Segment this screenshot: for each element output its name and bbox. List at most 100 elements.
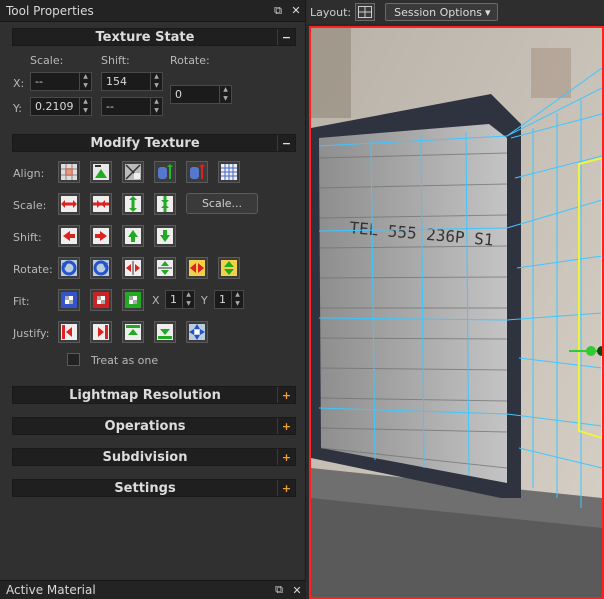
session-options-label: Session Options [394,5,483,19]
justify-bottom-button[interactable] [154,321,176,343]
flip-vertical-icon [157,260,173,276]
fit-y-stepper[interactable]: ▲ ▼ [231,291,243,308]
align-cylinder-v-icon [190,164,205,179]
layout-grid-icon [358,6,373,18]
shift-y-field[interactable]: -- ▲ ▼ [101,97,163,116]
settings-expand-button[interactable]: + [277,480,295,496]
justify-left-icon [61,324,77,340]
mirror-vertical-button[interactable] [218,257,240,279]
fit-x-label: X [152,294,160,307]
justify-right-icon [93,324,109,340]
layout-button[interactable] [355,3,376,21]
shift-up-button[interactable] [122,225,144,247]
align-cylinder-v-button[interactable] [186,161,208,183]
mirror-horizontal-button[interactable] [186,257,208,279]
fit-width-button[interactable] [90,289,112,311]
flip-horizontal-icon [125,260,141,276]
scale-horizontal-up-icon [61,196,77,212]
scale-vertical-up-button[interactable] [122,193,144,215]
align-face-button[interactable] [90,161,112,183]
rotate-column-label: Rotate: [170,54,210,67]
fit-both-button[interactable] [58,289,80,311]
modify-texture-header[interactable]: Modify Texture − [12,134,296,152]
operations-title: Operations [104,418,186,434]
shift-right-button[interactable] [90,225,112,247]
align-cylinder-u-button[interactable] [154,161,176,183]
close-icon[interactable]: ✕ [288,584,306,597]
rotate-label: Rotate: [13,263,53,276]
scale-y-field[interactable]: 0.2109 ▲ ▼ [30,97,92,116]
shift-column-label: Shift: [101,54,130,67]
rotate-field[interactable]: 0 ▲ ▼ [170,85,232,104]
justify-top-icon [125,324,141,340]
rotate-stepper[interactable]: ▲ ▼ [219,86,231,103]
fit-label: Fit: [13,295,30,308]
lightmap-resolution-title: Lightmap Resolution [69,387,221,403]
scale-x-stepper[interactable]: ▲ ▼ [79,73,91,90]
scale-horizontal-down-button[interactable] [90,193,112,215]
session-options-dropdown[interactable]: Session Options ▾ [385,3,498,21]
scale-horizontal-down-icon [93,196,109,212]
shift-x-stepper[interactable]: ▲ ▼ [150,73,162,90]
fit-both-icon [61,292,77,308]
subdivision-expand-button[interactable]: + [277,449,295,465]
treat-as-one-checkbox[interactable] [67,353,80,366]
scale-label: Scale: [13,199,47,212]
flip-horizontal-button[interactable] [122,257,144,279]
viewport-toolbar: Layout: Session Options ▾ [307,0,604,24]
scale-vertical-up-icon [125,196,141,212]
fit-x-stepper[interactable]: ▲ ▼ [182,291,194,308]
justify-bottom-icon [157,324,173,340]
fit-y-field[interactable]: 1 ▲ ▼ [214,290,244,309]
3d-viewport[interactable]: TEL 555 236P S1 [309,26,604,599]
shift-x-field[interactable]: 154 ▲ ▼ [101,72,163,91]
justify-left-button[interactable] [58,321,80,343]
operations-header[interactable]: Operations + [12,417,296,435]
align-world-button[interactable] [58,161,80,183]
mirror-vertical-icon [221,260,237,276]
rotate-ccw-button[interactable] [58,257,80,279]
scale-vertical-down-icon [157,196,173,212]
x-row-label: X: [13,77,25,90]
shift-up-icon [125,228,141,244]
scale-horizontal-up-button[interactable] [58,193,80,215]
lightmap-resolution-header[interactable]: Lightmap Resolution + [12,386,296,404]
shift-y-stepper[interactable]: ▲ ▼ [150,98,162,115]
shift-down-icon [157,228,173,244]
align-grid-icon [221,164,237,180]
texture-state-title: Texture State [95,29,195,45]
justify-right-button[interactable] [90,321,112,343]
rotate-ccw-icon [61,260,77,276]
flip-vertical-button[interactable] [154,257,176,279]
align-view-button[interactable] [122,161,144,183]
tool-properties-title: Tool Properties [6,3,94,18]
operations-expand-button[interactable]: + [277,418,295,434]
scale-vertical-down-button[interactable] [154,193,176,215]
justify-top-button[interactable] [122,321,144,343]
fit-x-field[interactable]: 1 ▲ ▼ [165,290,195,309]
scale-dialog-button[interactable]: Scale... [186,193,258,214]
restore-icon[interactable]: ⧉ [270,583,288,597]
texture-state-collapse-button[interactable]: − [277,29,295,45]
y-row-label: Y: [13,102,22,115]
scale-x-field[interactable]: -- ▲ ▼ [30,72,92,91]
align-grid-button[interactable] [218,161,240,183]
texture-state-header[interactable]: Texture State − [12,28,296,46]
restore-icon[interactable]: ⧉ [269,2,287,20]
shift-left-button[interactable] [58,225,80,247]
scene-render: TEL 555 236P S1 [311,28,602,597]
subdivision-header[interactable]: Subdivision + [12,448,296,466]
scale-y-stepper[interactable]: ▲ ▼ [79,98,91,115]
justify-center-button[interactable] [186,321,208,343]
close-icon[interactable]: ✕ [287,2,305,20]
modify-texture-collapse-button[interactable]: − [277,135,295,151]
viewport-panel: Layout: Session Options ▾ TEL 555 236P S… [307,0,604,599]
lightmap-resolution-expand-button[interactable]: + [277,387,295,403]
settings-header[interactable]: Settings + [12,479,296,497]
shift-down-button[interactable] [154,225,176,247]
rotate-cw-button[interactable] [90,257,112,279]
fit-height-button[interactable] [122,289,144,311]
fit-width-icon [93,292,109,308]
shift-label: Shift: [13,231,42,244]
chevron-down-icon: ▾ [485,5,491,19]
